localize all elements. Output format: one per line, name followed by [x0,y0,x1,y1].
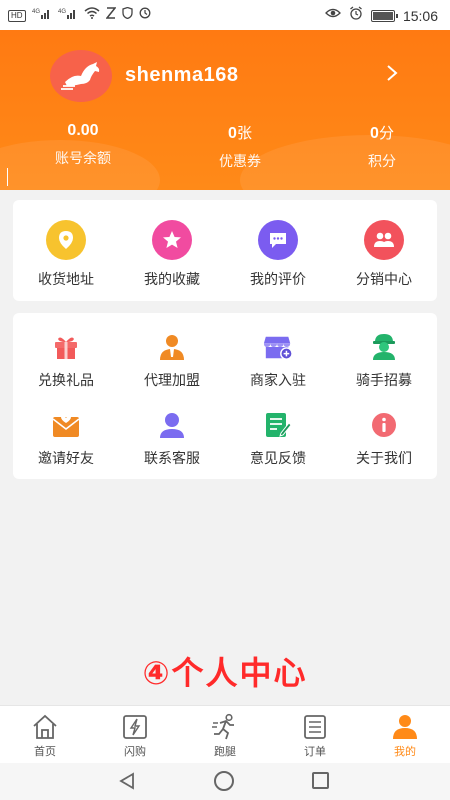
stat-coupons[interactable]: 0张 优惠券 [185,122,295,171]
alarm-icon [349,6,363,25]
battery-fill [372,11,393,20]
feedback-icon [263,410,293,440]
signal-4g-icon: 4G [32,7,52,24]
service-agent[interactable]: 代理加盟 [119,313,225,391]
svg-text:4G: 4G [32,9,40,15]
username[interactable]: shenma168 [125,64,238,87]
envelope-icon [51,410,81,440]
menu-favorites[interactable]: 我的收藏 [119,200,225,289]
service-merchant-label: 商家入驻 [250,372,306,388]
chevron-right-icon[interactable] [386,62,398,88]
quick-menu-card: 收货地址 我的收藏 我的评价 分销中心 [13,200,437,301]
service-rider-label: 骑手招募 [356,372,412,388]
info-icon [369,410,399,440]
service-about-label: 关于我们 [356,450,412,466]
tab-flash-sale[interactable]: 闪购 [90,706,180,763]
back-icon[interactable] [118,772,136,790]
menu-distribution[interactable]: 分销中心 [331,200,437,289]
profile-header: shenma168 0.00 账号余额 0张 优惠券 0分 积分 [0,30,450,190]
svg-text:4G: 4G [58,9,66,15]
bottom-tab-bar: 首页 闪购 跑腿 订单 我的 [0,705,450,763]
divider [7,168,8,186]
flash-icon [123,715,147,739]
hd-icon: HD [8,9,26,22]
tab-home[interactable]: 首页 [0,706,90,763]
system-nav-bar [0,763,450,800]
tab-profile-label: 我的 [394,746,416,758]
page-caption: ④个人中心 [142,655,308,691]
menu-address-label: 收货地址 [38,271,94,287]
order-list-icon [304,715,326,739]
nfc-icon [105,7,117,24]
avatar[interactable] [50,50,112,102]
stat-coupons-label: 优惠券 [219,153,261,169]
status-right: 15:06 [325,6,438,25]
users-icon [364,220,404,260]
tab-orders-label: 订单 [304,746,326,758]
service-gift-label: 兑换礼品 [38,372,94,388]
signal-4g-icon-2: 4G [58,7,78,24]
service-merchant[interactable]: 商家入驻 [225,313,331,391]
runner-icon [212,713,234,740]
comment-icon [258,220,298,260]
service-feedback[interactable]: 意见反馈 [225,391,331,469]
services-card: 兑换礼品 代理加盟 商家入驻 骑手招募 邀请好友 联系客服 意见反馈 关于我们 [13,313,437,479]
rider-icon [369,332,399,362]
menu-address[interactable]: 收货地址 [13,200,119,289]
star-icon [152,220,192,260]
stat-points-value: 0分 [370,125,394,142]
tab-flash-sale-label: 闪购 [124,746,146,758]
tab-errand[interactable]: 跑腿 [180,706,270,763]
tab-orders[interactable]: 订单 [270,706,360,763]
location-icon [46,220,86,260]
stat-points-label: 积分 [368,153,396,169]
tab-profile[interactable]: 我的 [360,706,450,763]
service-feedback-label: 意见反馈 [250,450,306,466]
menu-distribution-label: 分销中心 [356,271,412,287]
gift-icon [51,332,81,362]
sync-icon [139,7,151,24]
service-about[interactable]: 关于我们 [331,391,437,469]
status-time: 15:06 [402,7,438,24]
menu-favorites-label: 我的收藏 [144,271,200,287]
menu-reviews-label: 我的评价 [250,271,306,287]
shield-icon [121,6,133,24]
service-invite[interactable]: 邀请好友 [13,391,119,469]
tab-errand-label: 跑腿 [214,746,236,758]
recent-apps-icon[interactable] [312,772,329,789]
wifi-icon [84,7,100,24]
service-rider[interactable]: 骑手招募 [331,313,437,391]
service-agent-label: 代理加盟 [144,372,200,388]
horse-logo-icon [61,62,100,90]
battery-icon [370,9,398,22]
customer-service-icon [157,410,187,440]
service-support-label: 联系客服 [144,450,200,466]
eye-icon [325,7,341,24]
stat-coupons-value: 0张 [228,125,252,142]
stat-balance-value: 0.00 [67,122,99,139]
stat-points[interactable]: 0分 积分 [327,122,437,171]
status-bar: HD 4G 4G 15:06 [0,0,450,30]
stat-balance-label: 账号余额 [55,150,111,166]
home-icon [33,714,57,739]
status-left: HD 4G 4G [8,6,151,24]
service-invite-label: 邀请好友 [38,450,94,466]
stat-balance[interactable]: 0.00 账号余额 [28,122,138,168]
tab-home-label: 首页 [34,746,56,758]
service-support[interactable]: 联系客服 [119,391,225,469]
person-icon [393,715,417,739]
store-icon [263,332,293,362]
home-nav-icon[interactable] [214,771,234,791]
menu-reviews[interactable]: 我的评价 [225,200,331,289]
agent-icon [157,332,187,362]
service-gift[interactable]: 兑换礼品 [13,313,119,391]
